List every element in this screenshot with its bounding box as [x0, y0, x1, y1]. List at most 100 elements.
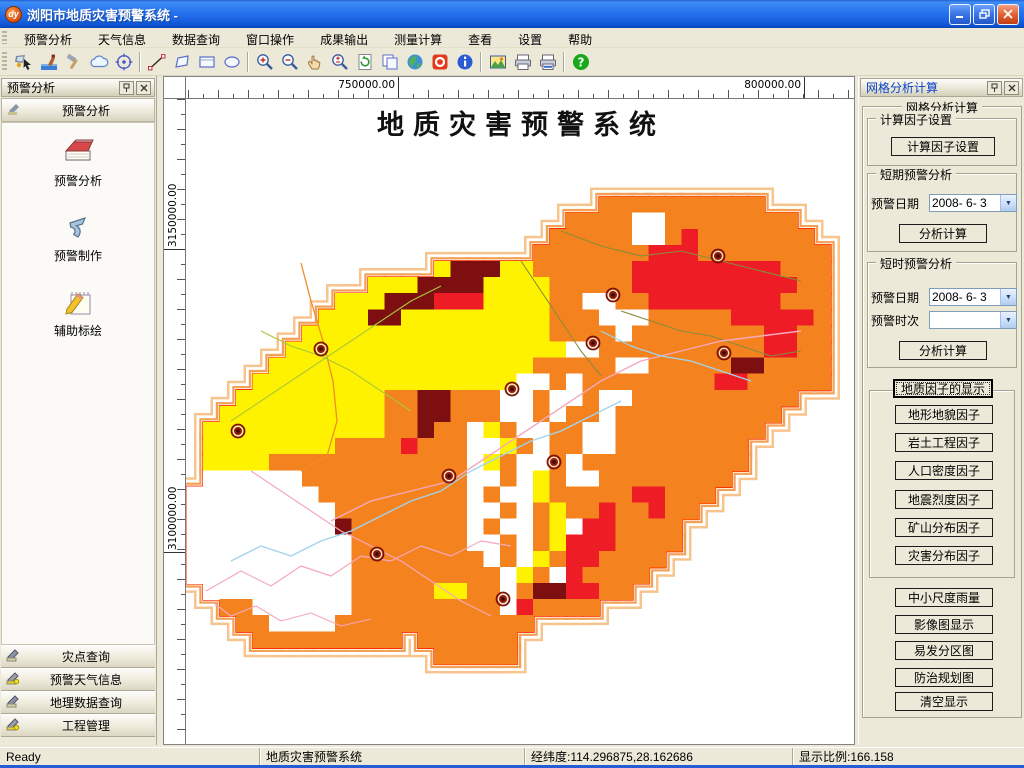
map-image-icon[interactable]	[485, 50, 510, 74]
line-icon[interactable]	[144, 50, 169, 74]
short-time-date-label: 预警日期	[871, 290, 920, 305]
nav-item-2[interactable]: 辅助标绘	[54, 285, 102, 339]
short-time-analyze-button[interactable]: 分析计算	[899, 341, 987, 360]
extra-button-1[interactable]: 影像图显示	[895, 615, 993, 634]
menu-grip-handle[interactable]	[2, 30, 7, 45]
short-term-analyze-button[interactable]: 分析计算	[899, 224, 987, 243]
hammer-icon[interactable]	[61, 50, 86, 74]
short-time-date-value: 2008- 6- 3	[932, 290, 987, 304]
pin-icon[interactable]	[987, 80, 1002, 95]
nav-item-label: 预警制作	[53, 249, 102, 263]
extra-button-3[interactable]: 防治规划图	[895, 668, 993, 687]
extra-button-0[interactable]: 中小尺度雨量	[895, 588, 993, 607]
app-window: dy 浏阳市地质灾害预警系统 - 预警分析 天气信息 数据查询 窗口操作 成果输出 测量计…	[0, 0, 1024, 768]
ellipse-icon[interactable]	[219, 50, 244, 74]
zoom-out-icon[interactable]	[277, 50, 302, 74]
short-term-date-value: 2008- 6- 3	[932, 196, 987, 210]
extra-button-2[interactable]: 易发分区图	[895, 641, 993, 660]
factor-button-2[interactable]: 人口密度因子	[895, 461, 993, 481]
stamp-gray-icon	[5, 693, 21, 712]
paint-icon[interactable]	[36, 50, 61, 74]
nav-item-label: 辅助标绘	[53, 324, 102, 338]
menu-item-0[interactable]: 预警分析	[11, 28, 85, 47]
nav-bar-label: 工程管理	[61, 719, 110, 733]
menu-item-8[interactable]: 帮助	[555, 28, 605, 47]
map-canvas[interactable]: 地质灾害预警系统	[186, 99, 856, 746]
hruler-label: 750000.00	[338, 79, 395, 91]
extra-button-4[interactable]: 清空显示	[895, 692, 993, 711]
menu-item-7[interactable]: 设置	[505, 28, 555, 47]
chevron-down-icon[interactable]: ▼	[1000, 289, 1016, 305]
grid-panel-close-icon[interactable]	[1004, 80, 1019, 95]
hruler-label: 800000.00	[744, 79, 801, 91]
nav-bar-2[interactable]: 地理数据查询	[1, 691, 155, 714]
horizontal-ruler: 750000.00 800000.00	[186, 77, 854, 99]
menu-item-6[interactable]: 查看	[455, 28, 505, 47]
nav-bar-label: 预警天气信息	[49, 673, 122, 687]
print-icon[interactable]	[510, 50, 535, 74]
short-time-round-label: 预警时次	[871, 313, 920, 328]
short-time-round-combobox[interactable]: ▼	[929, 311, 1017, 329]
print-setup-icon[interactable]	[535, 50, 560, 74]
menu-item-2[interactable]: 数据查询	[159, 28, 233, 47]
pin-icon[interactable]	[119, 80, 134, 95]
factor-button-5[interactable]: 灾害分布因子	[895, 546, 993, 565]
zoom-all-icon[interactable]	[327, 50, 352, 74]
nav-bar-1[interactable]: 预警天气信息	[1, 668, 155, 691]
short-time-date-combobox[interactable]: 2008- 6- 3 ▼	[929, 288, 1017, 306]
toolbar-separator	[247, 51, 249, 72]
menu-item-4[interactable]: 成果输出	[307, 28, 381, 47]
map-title: 地质灾害预警系统	[377, 110, 665, 141]
grid-panel-titlebar: 网格分析计算	[860, 78, 1023, 97]
help-icon[interactable]: ?	[568, 50, 593, 74]
menu-item-1[interactable]: 天气信息	[85, 28, 159, 47]
factor-setting-button[interactable]: 计算因子设置	[891, 137, 995, 156]
nav-bar-label: 地理数据查询	[49, 696, 122, 710]
rect-icon[interactable]	[194, 50, 219, 74]
globe-icon[interactable]	[402, 50, 427, 74]
restore-button[interactable]	[973, 3, 995, 25]
menu-item-5[interactable]: 测量计算	[381, 28, 455, 47]
factor-button-1[interactable]: 岩土工程因子	[895, 433, 993, 453]
status-document: 地质灾害预警系统	[260, 748, 525, 765]
app-icon: dy	[5, 5, 22, 23]
select-map-icon[interactable]	[11, 50, 36, 74]
pan-icon[interactable]	[302, 50, 327, 74]
chevron-down-icon[interactable]: ▼	[1000, 312, 1016, 328]
tool-icon	[61, 210, 95, 244]
minimize-button[interactable]	[949, 3, 971, 25]
status-bar: Ready 地质灾害预警系统 经纬度:114.296875,28.162686 …	[0, 747, 1024, 765]
risk-map[interactable]	[186, 99, 856, 746]
vruler-major-tick	[164, 249, 185, 250]
target-icon[interactable]	[111, 50, 136, 74]
chevron-down-icon[interactable]: ▼	[1000, 195, 1016, 211]
nav-bar-label: 灾点查询	[61, 650, 110, 664]
title-bar[interactable]: dy 浏阳市地质灾害预警系统 -	[0, 0, 1024, 28]
short-term-date-combobox[interactable]: 2008- 6- 3 ▼	[929, 194, 1017, 212]
nav-item-1[interactable]: 预警制作	[54, 210, 102, 264]
refresh-icon[interactable]	[352, 50, 377, 74]
info-icon[interactable]	[452, 50, 477, 74]
factor-button-0[interactable]: 地形地貌因子	[895, 405, 993, 424]
ruler-corner	[164, 77, 186, 99]
map-viewport[interactable]: 750000.00 800000.00 3150000.00 3100000.00 …	[163, 76, 855, 745]
left-panel-header[interactable]: 预警分析	[1, 98, 155, 122]
menu-item-3[interactable]: 窗口操作	[233, 28, 307, 47]
zoom-in-icon[interactable]	[252, 50, 277, 74]
toolbar-grip-handle[interactable]	[2, 52, 7, 71]
nav-bar-0[interactable]: 灾点查询	[1, 645, 155, 668]
cloud-icon[interactable]	[86, 50, 111, 74]
stamp-icon	[6, 101, 22, 120]
nav-bar-3[interactable]: 工程管理	[1, 714, 155, 737]
close-button[interactable]	[997, 3, 1019, 25]
nav-item-0[interactable]: 预警分析	[54, 135, 102, 189]
geology-factor-display-button[interactable]: 地质因子的显示	[893, 379, 993, 398]
copy-view-icon[interactable]	[377, 50, 402, 74]
factor-button-3[interactable]: 地震烈度因子	[895, 489, 993, 509]
stop-icon[interactable]	[427, 50, 452, 74]
factor-button-4[interactable]: 矿山分布因子	[895, 517, 993, 537]
left-panel-close-icon[interactable]	[136, 80, 151, 95]
hruler-major-tick	[804, 77, 805, 98]
toolbar-separator	[139, 51, 141, 72]
polygon-icon[interactable]	[169, 50, 194, 74]
